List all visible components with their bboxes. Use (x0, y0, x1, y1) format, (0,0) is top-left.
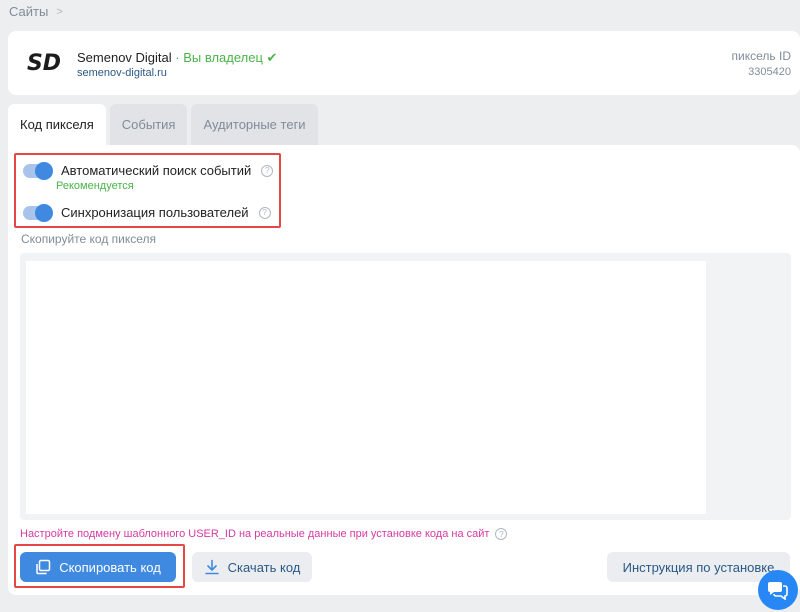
site-url-link[interactable]: semenov-digital.ru (77, 67, 167, 79)
recommended-hint: Рекомендуется (56, 180, 134, 192)
breadcrumb-sites-link[interactable]: Сайты (9, 4, 48, 19)
user-id-notice: Настройте подмену шаблонного USER_ID на … (20, 528, 508, 540)
auto-search-label: Автоматический поиск событий (61, 163, 252, 178)
breadcrumb: Сайты > (9, 4, 63, 19)
copy-icon (35, 559, 51, 575)
download-code-button[interactable]: Скачать код (192, 552, 312, 582)
site-card: SD Semenov Digital · Вы владелец ✔ semen… (8, 31, 800, 95)
help-icon[interactable]: ? (495, 528, 508, 540)
owner-status: · Вы владелец (175, 50, 263, 65)
user-id-notice-text: Настройте подмену шаблонного USER_ID на … (20, 528, 490, 540)
help-icon[interactable]: ? (258, 206, 271, 219)
user-sync-toggle[interactable] (23, 203, 53, 222)
copy-code-button[interactable]: Скопировать код (20, 552, 176, 582)
tab-events[interactable]: События (109, 104, 188, 145)
chat-icon[interactable] (758, 570, 798, 610)
tab-audience-tags[interactable]: Аудиторные теги (191, 104, 318, 145)
site-name: Semenov Digital · Вы владелец ✔ (77, 50, 278, 65)
help-icon[interactable]: ? (261, 164, 274, 177)
auto-search-row: Автоматический поиск событий ? (23, 161, 274, 180)
auto-search-toggle[interactable] (23, 161, 53, 180)
user-sync-row: Синхронизация пользователей ? (23, 203, 271, 222)
pixel-id-label: пиксель ID (731, 49, 791, 63)
pixel-id-value: 3305420 (748, 66, 791, 78)
chevron-right-icon: > (56, 5, 63, 18)
pixel-code-text[interactable] (26, 261, 706, 514)
svg-text:SD: SD (27, 51, 61, 76)
user-sync-label: Синхронизация пользователей (61, 205, 249, 220)
site-logo: SD (20, 48, 68, 76)
tab-bar: Код пикселя События Аудиторные теги (8, 104, 318, 145)
download-icon (204, 559, 220, 575)
copy-code-caption: Скопируйте код пикселя (21, 232, 157, 246)
tab-pixel-code[interactable]: Код пикселя (8, 104, 106, 145)
check-icon: ✔ (266, 50, 278, 65)
pixel-code-box[interactable] (20, 253, 791, 520)
